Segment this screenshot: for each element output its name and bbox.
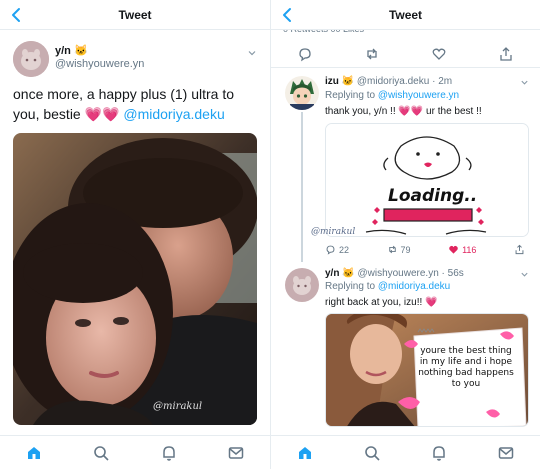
reply-media[interactable]: Loading.. [325,123,529,237]
chevron-down-icon[interactable] [520,270,529,279]
tab-search[interactable] [90,442,112,464]
avatar-icon [285,76,319,110]
share-icon [515,244,524,255]
tab-home[interactable] [23,442,45,464]
thread-line [301,112,303,262]
reply-author-name[interactable]: izu [325,76,339,87]
tweet-mention-link[interactable]: @midoriya.deku [123,106,224,122]
avatar[interactable] [285,268,319,302]
search-icon [94,445,109,461]
tweet-text: once more, a happy plus (1) ultra to you… [13,84,258,124]
loading-meme-image [326,124,528,236]
retweet-count-value: 79 [400,244,411,255]
search-icon [365,445,380,461]
liked-heart-icon [449,245,458,254]
reply-tweet[interactable]: y/n 🐱 @wishyouwere.yn · 56s Replying to … [271,266,540,436]
avatar-icon [13,41,49,77]
tab-home[interactable] [294,442,316,464]
replying-to-label: Replying to [325,281,378,292]
tab-messages[interactable] [225,442,247,464]
tweet-action-bar [271,40,540,68]
notifications-icon [163,445,175,461]
author-name-text: y/n [55,45,71,57]
tab-messages[interactable] [495,442,517,464]
messages-icon [499,446,514,459]
reply-header: y/n 🐱 @wishyouwere.yn · 56s [325,268,464,279]
tab-notifications[interactable] [158,442,180,464]
retweet-count[interactable]: 79 [387,244,411,255]
author-name-emoji: 🐱 [73,45,88,57]
chevron-down-icon[interactable] [247,48,257,58]
chevron-down-icon[interactable] [520,78,529,87]
tweet-text-hearts: 💗💗 [84,106,120,122]
messages-icon [229,446,244,459]
replying-to-link[interactable]: @wishyouwere.yn [378,90,459,101]
reply-media[interactable]: youre the best thing in my life and i ho… [325,313,529,427]
avatar[interactable] [285,76,319,110]
replying-to: Replying to @wishyouwere.yn [325,90,459,101]
share-icon[interactable] [498,46,514,62]
avatar[interactable] [13,41,49,77]
reply-icon[interactable] [297,46,313,62]
home-icon [27,446,40,459]
reply-author-emoji: 🐱 [341,76,355,87]
home-icon [298,446,311,459]
replying-to-link[interactable]: @midoriya.deku [378,281,450,292]
page-title: Tweet [388,8,423,22]
like-icon[interactable] [431,46,447,62]
tweet-author-name[interactable]: y/n 🐱 [55,44,88,57]
reply-text: right back at you, izu!! 💗 [325,297,438,308]
reply-timestamp: · 2m [432,76,453,87]
left-tweet-pane: Tweet y/n 🐱 @wishyouwere.yn once more, a… [0,0,270,469]
reply-stats: 22 79 116 [325,244,525,255]
meme-sign-text: youre the best thing in my life and i ho… [418,346,514,389]
page-title: Tweet [118,8,152,22]
tab-search[interactable] [361,442,383,464]
tab-notifications[interactable] [428,442,450,464]
reply-header: izu 🐱 @midoriya.deku · 2m [325,76,452,87]
reply-author-name[interactable]: y/n [325,268,339,279]
notifications-icon [433,445,445,461]
share-action[interactable] [514,244,525,255]
tweet-author-handle[interactable]: @wishyouwere.yn [55,58,144,70]
reply-author-handle[interactable]: @wishyouwere.yn [357,268,438,279]
header: Tweet [271,0,540,30]
retweet-icon [388,245,396,254]
reply-count[interactable]: 22 [325,244,349,255]
replying-to-label: Replying to [325,90,378,101]
avatar-icon [285,268,319,302]
like-count-value: 116 [462,244,477,255]
tweet-photo[interactable]: @mirakul [13,133,257,425]
like-count[interactable]: 116 [448,244,476,255]
retweet-icon[interactable] [364,46,380,62]
reply-tweet[interactable]: izu 🐱 @midoriya.deku · 2m Replying to @w… [271,72,540,262]
tweet-photo-image [13,133,257,425]
reply-count-value: 22 [339,244,350,255]
photo-watermark: @mirakul [153,401,203,412]
reply-author-handle[interactable]: @midoriya.deku [357,76,429,87]
reply-icon [326,245,335,255]
bottom-tab-bar [271,435,540,469]
reply-author-emoji: 🐱 [342,268,355,279]
loading-text: Loading.. [388,186,478,206]
right-tweet-pane: 0 Retweets 00 Likes Tweet izu [270,0,540,469]
bottom-tab-bar [0,435,270,469]
reply-timestamp: · 56s [441,268,464,279]
header: Tweet [0,0,270,30]
replying-to: Replying to @midoriya.deku [325,281,450,292]
reply-text: thank you, y/n !! 💗💗 ur the best !! [325,106,482,117]
media-watermark: @mirakul [311,227,356,237]
